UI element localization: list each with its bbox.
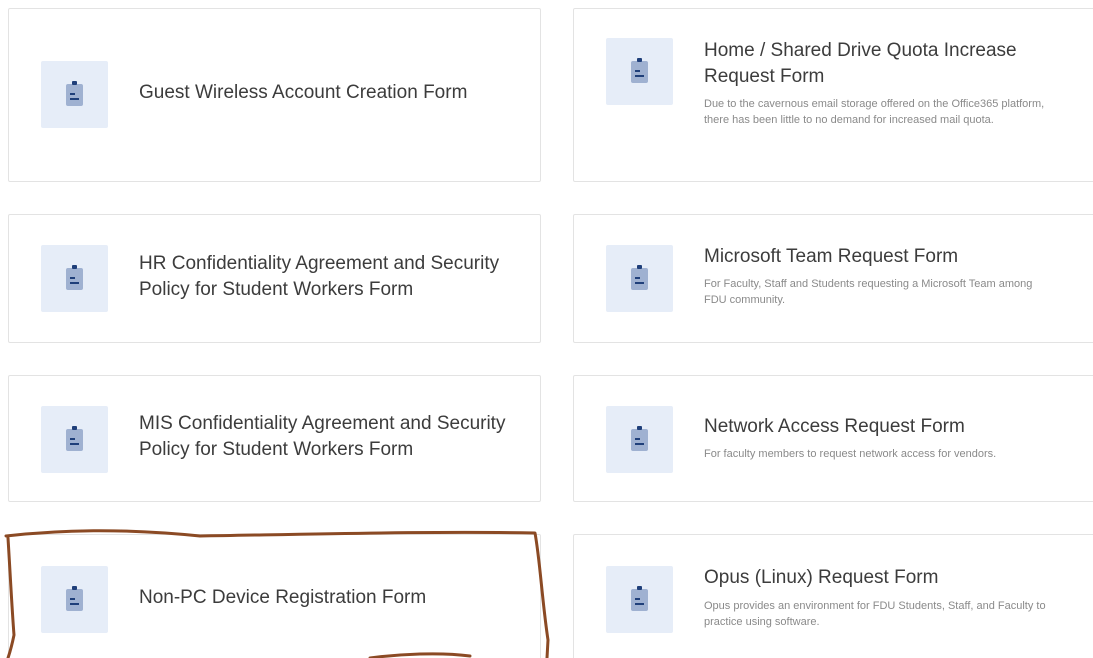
- clipboard-icon: [606, 566, 673, 633]
- clipboard-icon: [41, 406, 108, 473]
- form-title: MIS Confidentiality Agreement and Securi…: [139, 413, 506, 460]
- form-title: Opus (Linux) Request Form: [704, 567, 939, 588]
- clipboard-icon: [41, 566, 108, 633]
- form-card-guest-wireless[interactable]: Guest Wireless Account Creation Form: [8, 8, 541, 182]
- form-card-opus-linux[interactable]: Opus (Linux) Request Form Opus provides …: [573, 534, 1093, 658]
- form-card-microsoft-team[interactable]: Microsoft Team Request Form For Faculty,…: [573, 214, 1093, 343]
- form-card-hr-confidentiality[interactable]: HR Confidentiality Agreement and Securit…: [8, 214, 541, 343]
- form-description: For Faculty, Staff and Students requesti…: [704, 278, 1033, 306]
- form-description: Due to the cavernous email storage offer…: [704, 98, 1045, 126]
- form-card-quota-increase[interactable]: Home / Shared Drive Quota Increase Reque…: [573, 8, 1093, 182]
- form-card-network-access[interactable]: Network Access Request Form For faculty …: [573, 375, 1093, 502]
- form-card-non-pc-device[interactable]: Non-PC Device Registration Form: [8, 534, 541, 658]
- clipboard-icon: [606, 245, 673, 312]
- clipboard-icon: [41, 61, 108, 128]
- clipboard-icon: [606, 406, 673, 473]
- form-title: Home / Shared Drive Quota Increase Reque…: [704, 40, 1017, 87]
- clipboard-icon: [606, 38, 673, 105]
- form-title: Microsoft Team Request Form: [704, 246, 959, 267]
- form-card-mis-confidentiality[interactable]: MIS Confidentiality Agreement and Securi…: [8, 375, 541, 502]
- form-description: For faculty members to request network a…: [704, 448, 997, 460]
- form-title: Non-PC Device Registration Form: [139, 587, 427, 608]
- forms-grid: Guest Wireless Account Creation Form Hom…: [0, 0, 1093, 658]
- clipboard-icon: [41, 245, 108, 312]
- form-description: Opus provides an environment for FDU Stu…: [704, 600, 1046, 628]
- form-title: Guest Wireless Account Creation Form: [139, 82, 468, 103]
- form-title: Network Access Request Form: [704, 416, 965, 437]
- form-title: HR Confidentiality Agreement and Securit…: [139, 253, 500, 300]
